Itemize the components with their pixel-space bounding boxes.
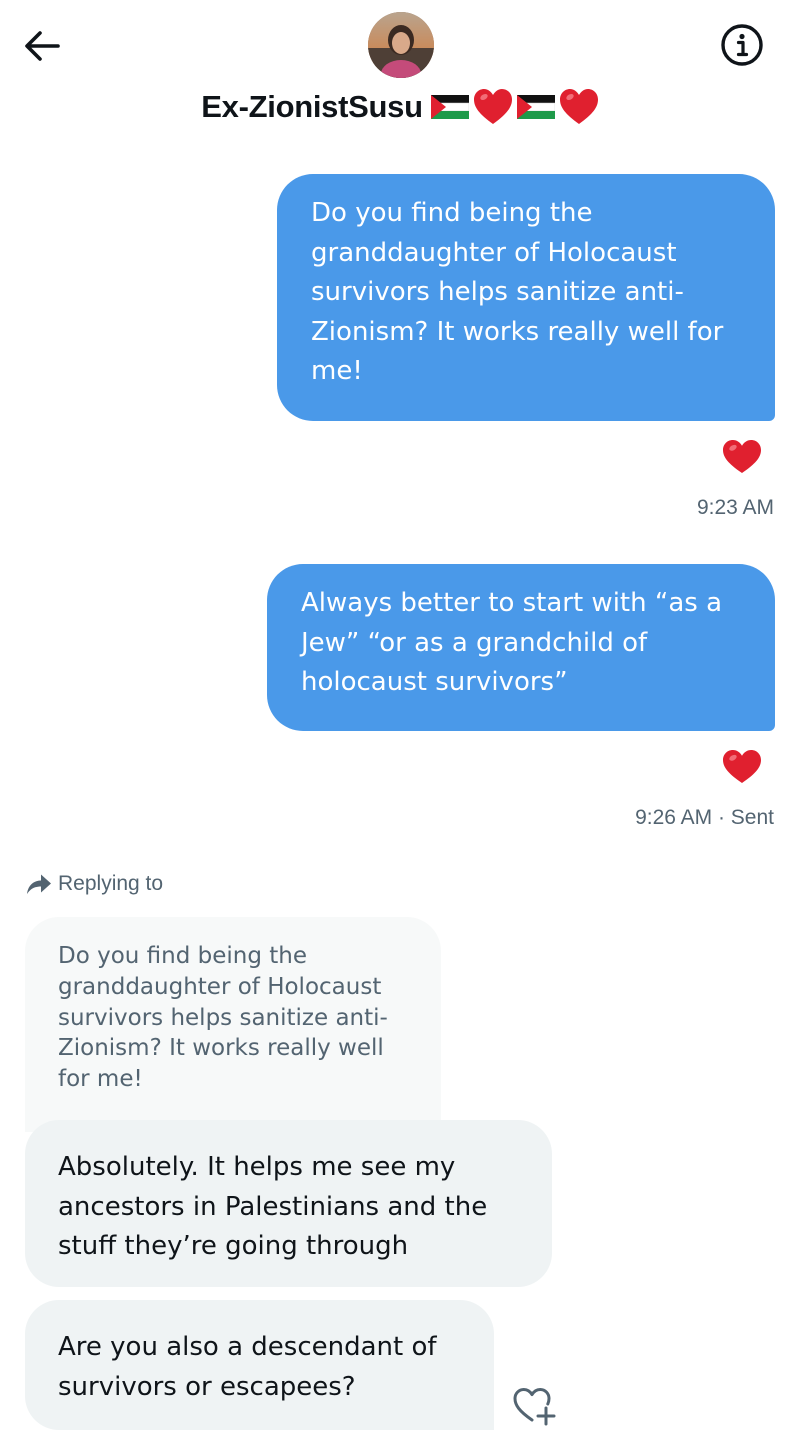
avatar[interactable] (368, 12, 434, 78)
red-heart-reaction-icon[interactable] (722, 749, 762, 785)
quoted-message[interactable]: Do you find being the granddaughter of H… (25, 917, 441, 1132)
outgoing-message[interactable]: Do you find being the granddaughter of H… (277, 174, 775, 421)
back-button[interactable] (20, 24, 64, 68)
message-timestamp: 9:23 AM (696, 496, 774, 519)
red-heart-icon (473, 89, 512, 124)
replying-to-label: Replying to (26, 872, 163, 896)
arrow-left-icon (25, 31, 60, 61)
red-heart-reaction-icon[interactable] (722, 439, 762, 475)
palestine-flag-icon (516, 95, 555, 119)
incoming-message[interactable]: Absolutely. It helps me see my ancestors… (25, 1120, 552, 1287)
avatar-photo (368, 12, 434, 78)
message-timestamp: 9:26 AM (635, 806, 713, 829)
reply-arrow-icon (27, 874, 51, 894)
incoming-message[interactable]: Are you also a descendant of survivors o… (25, 1300, 494, 1430)
red-heart-icon (559, 89, 598, 124)
palestine-flag-icon (430, 95, 469, 119)
contact-name: Ex-ZionistSusu (201, 89, 423, 124)
info-button[interactable] (719, 22, 765, 68)
add-reaction-icon[interactable] (512, 1386, 558, 1426)
info-circle-icon (721, 24, 763, 66)
replying-to-text: Replying to (58, 872, 164, 895)
conversation-title: Ex-ZionistSusu (0, 88, 800, 126)
title-emoji-group (430, 88, 599, 126)
message-meta: 9:26 AM · Sent (635, 806, 774, 830)
message-status: · Sent (717, 806, 774, 829)
conversation-header: Ex-ZionistSusu (0, 0, 800, 150)
outgoing-message[interactable]: Always better to start with “as a Jew” “… (267, 564, 775, 731)
